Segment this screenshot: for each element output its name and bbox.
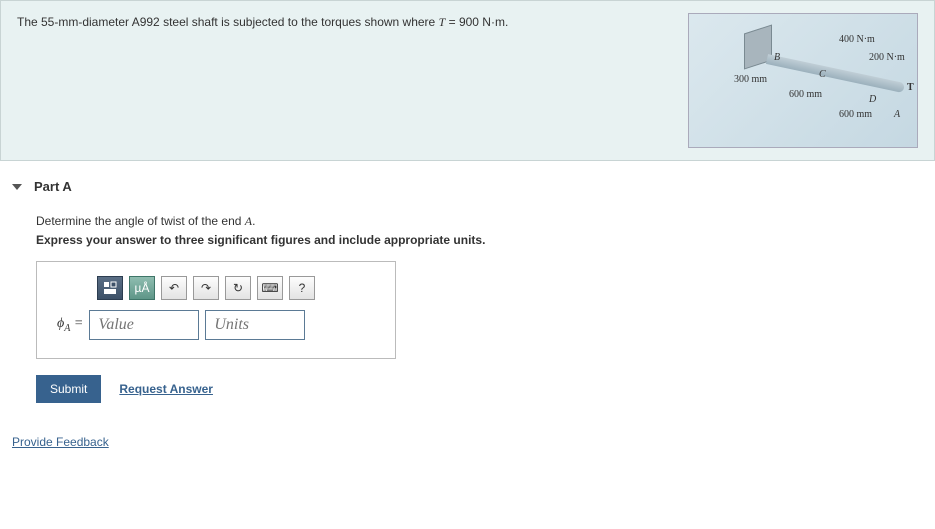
prompt-suffix: . [252, 214, 255, 228]
part-a-header[interactable]: Part A [26, 179, 919, 194]
part-a-section: Part A Determine the angle of twist of t… [0, 161, 935, 407]
figure-label-t: T [907, 82, 914, 93]
question-prompt: Determine the angle of twist of the end … [36, 214, 919, 229]
figure-label-c: C [819, 69, 826, 80]
mu-a-label: µÅ [135, 281, 150, 295]
provide-feedback-link[interactable]: Provide Feedback [12, 435, 109, 449]
question-instruction: Express your answer to three significant… [36, 233, 919, 247]
reset-button[interactable]: ↻ [225, 276, 251, 300]
redo-button[interactable]: ↷ [193, 276, 219, 300]
units-input[interactable] [205, 310, 305, 340]
submit-button[interactable]: Submit [36, 375, 101, 403]
equals-sign: = [70, 316, 83, 331]
problem-prefix: The 55-mm-diameter A992 steel shaft is s… [17, 15, 439, 29]
template-button[interactable] [97, 276, 123, 300]
problem-text: The 55-mm-diameter A992 steel shaft is s… [17, 13, 668, 31]
problem-eq-rhs: 900 N·m [459, 15, 505, 29]
figure-dim-600a: 600 mm [789, 89, 822, 100]
reset-icon: ↻ [233, 281, 243, 295]
problem-suffix: . [505, 15, 508, 29]
answer-input-row: ϕA = [57, 310, 375, 340]
mu-a-button[interactable]: µÅ [129, 276, 155, 300]
template-icon [103, 281, 117, 295]
answer-toolbar: µÅ ↶ ↷ ↻ ⌨ ? [97, 276, 375, 300]
prompt-prefix: Determine the angle of twist of the end [36, 214, 245, 228]
figure-label-d: D [869, 94, 876, 105]
undo-button[interactable]: ↶ [161, 276, 187, 300]
caret-down-icon [12, 184, 22, 190]
problem-eq-sign: = [445, 15, 459, 29]
undo-icon: ↶ [169, 281, 179, 295]
answer-symbol: ϕA = [57, 316, 83, 334]
figure-dim-600b: 600 mm [839, 109, 872, 120]
part-title: Part A [34, 179, 72, 194]
figure-label-a: A [894, 109, 900, 120]
help-icon: ? [299, 281, 306, 295]
figure-label-400: 400 N·m [839, 34, 875, 45]
problem-figure: 400 N·m 200 N·m B C D T A 300 mm 600 mm … [688, 13, 918, 148]
figure-dim-300: 300 mm [734, 74, 767, 85]
problem-statement-panel: The 55-mm-diameter A992 steel shaft is s… [0, 0, 935, 161]
figure-label-200: 200 N·m [869, 52, 905, 63]
answer-panel: µÅ ↶ ↷ ↻ ⌨ ? ϕA = [36, 261, 396, 359]
request-answer-link[interactable]: Request Answer [119, 382, 213, 396]
redo-icon: ↷ [201, 281, 211, 295]
question-body: Determine the angle of twist of the end … [36, 214, 919, 403]
figure-label-b: B [774, 52, 780, 63]
value-input[interactable] [89, 310, 199, 340]
submit-row: Submit Request Answer [36, 375, 919, 403]
keyboard-icon: ⌨ [261, 281, 278, 295]
help-button[interactable]: ? [289, 276, 315, 300]
keyboard-button[interactable]: ⌨ [257, 276, 283, 300]
